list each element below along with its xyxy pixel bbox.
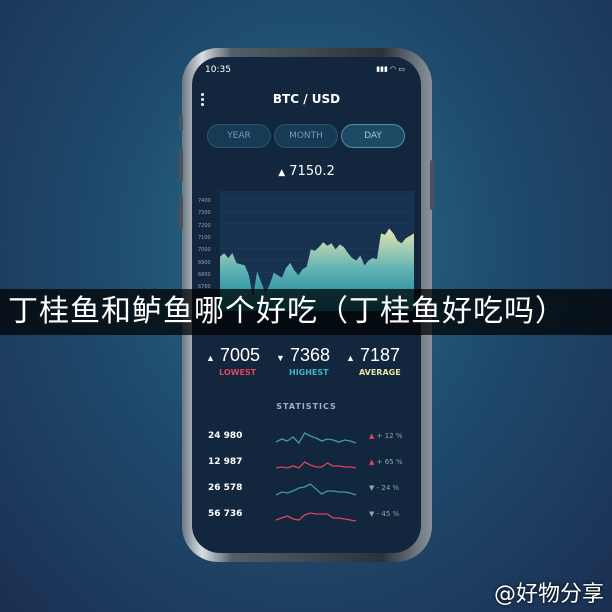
arrow-icon: ▲	[206, 353, 215, 363]
status-time: 10:35	[205, 65, 231, 75]
summary-label: AVERAGE	[359, 368, 401, 377]
row-change: ▲ + 12 %	[369, 432, 403, 440]
row-change: ▼ - 24 %	[369, 484, 399, 492]
summary-label: HIGHEST	[289, 368, 329, 377]
summary-average-value: ▲ 7187	[346, 345, 400, 366]
y-tick-label: 6800	[198, 271, 211, 278]
summary-value: 7187	[359, 345, 400, 365]
row-value: 26 578	[208, 483, 243, 493]
row-change: ▼ - 45 %	[369, 510, 399, 518]
tab-year[interactable]: YEAR	[207, 124, 271, 148]
statistics-row[interactable]: 24 980 ▲ + 12 %	[208, 427, 408, 447]
summary-lowest-value: ▲ 7005	[206, 345, 260, 366]
summary-value: 7368	[289, 345, 330, 365]
change-value: + 65 %	[376, 458, 403, 466]
tab-month[interactable]: MONTH	[274, 124, 338, 148]
sparkline	[276, 512, 357, 522]
summary-highest-value: ▼ 7368	[276, 345, 330, 366]
change-arrow-icon: ▲	[369, 432, 375, 440]
statistics-row[interactable]: 56 736 ▼ - 45 %	[208, 505, 408, 525]
summary-label: LOWEST	[219, 368, 257, 377]
current-price: ▲ 7150.2	[192, 164, 421, 179]
change-arrow-icon: ▼	[369, 484, 375, 492]
statistics-row[interactable]: 26 578 ▼ - 24 %	[208, 479, 408, 499]
row-value: 24 980	[208, 431, 243, 441]
y-tick-label: 7200	[198, 222, 211, 229]
y-tick-label: 6900	[198, 259, 211, 266]
summary-value: 7005	[219, 345, 260, 365]
title-banner: 丁桂鱼和鲈鱼哪个好吃（丁桂鱼好吃吗）	[0, 289, 612, 335]
sparkline	[276, 483, 357, 496]
mute-switch	[179, 115, 183, 131]
volume-down-button	[179, 195, 183, 229]
statistics-title: STATISTICS	[276, 402, 337, 411]
arrow-icon: ▲	[346, 353, 355, 363]
up-arrow-icon: ▲	[278, 168, 286, 178]
row-change: ▲ + 65 %	[369, 458, 403, 466]
change-arrow-icon: ▲	[369, 458, 375, 466]
y-tick-label: 7400	[198, 198, 211, 204]
y-tick-label: 7000	[198, 247, 211, 254]
status-icons: ▮▮▮ ◠ ▭	[376, 65, 405, 73]
row-value: 12 987	[208, 457, 243, 467]
power-button	[430, 160, 434, 210]
watermark: @好物分享	[493, 582, 604, 607]
statistics-row[interactable]: 12 987 ▲ + 65 %	[208, 453, 408, 473]
volume-up-button	[179, 148, 183, 182]
row-value: 56 736	[208, 509, 243, 519]
sparkline	[276, 432, 357, 445]
change-value: + 12 %	[376, 432, 403, 440]
change-value: - 24 %	[376, 484, 400, 492]
change-arrow-icon: ▼	[369, 510, 375, 518]
y-tick-label: 7100	[198, 234, 211, 241]
sparkline	[276, 461, 357, 469]
change-value: - 45 %	[376, 510, 400, 518]
arrow-icon: ▼	[276, 353, 285, 363]
page-title: BTC / USD	[272, 92, 341, 106]
price-value: 7150.2	[289, 164, 335, 179]
tab-day[interactable]: DAY	[341, 124, 405, 148]
y-tick-label: 7300	[198, 210, 211, 217]
